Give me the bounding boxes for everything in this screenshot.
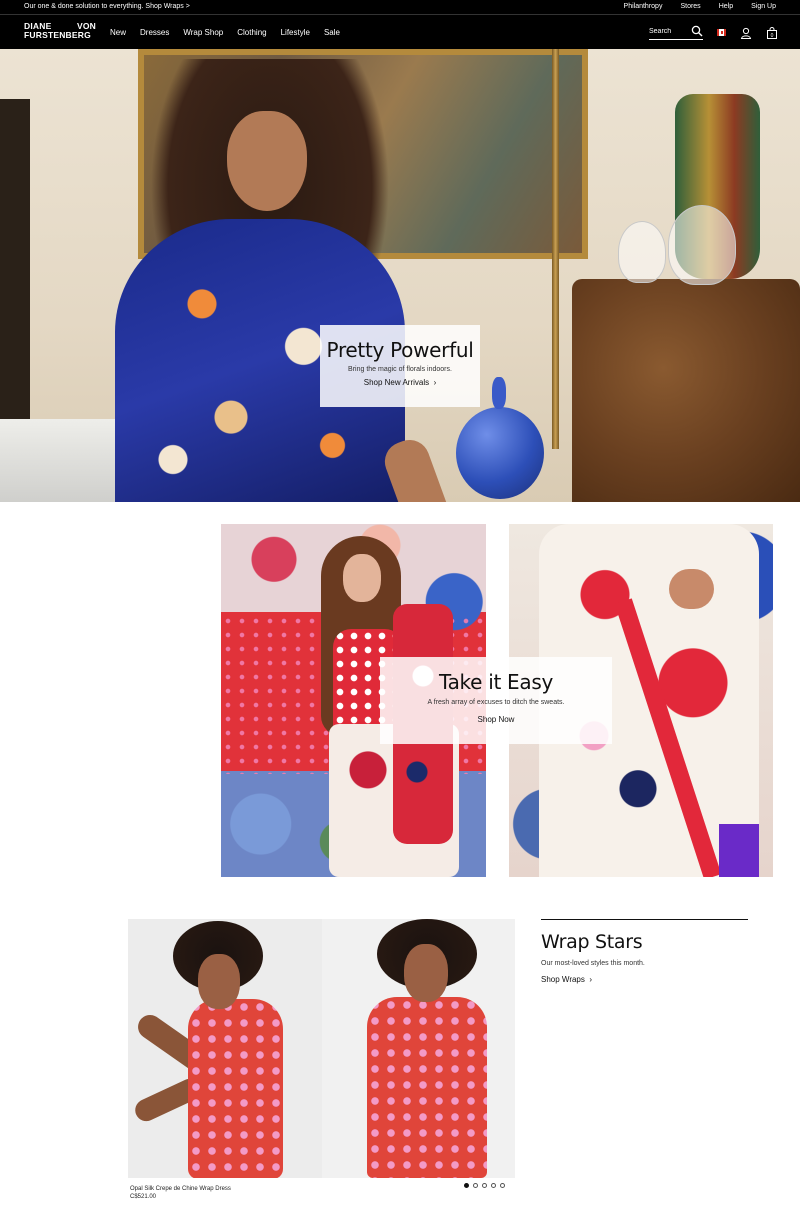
logo-word-furstenberg: FURSTENBERG (24, 30, 91, 40)
wrap-subtitle: Our most-loved styles this month. (541, 960, 645, 967)
account-icon[interactable] (740, 27, 752, 39)
bag-count: 0 (771, 32, 774, 38)
easy-title: Take it Easy (439, 670, 553, 694)
search-input[interactable] (649, 27, 689, 35)
hero-card: Pretty Powerful Bring the magic of flora… (320, 325, 480, 407)
utility-links: Philanthropy Stores Help Sign Up (624, 3, 776, 10)
main-nav: DIANE VON FURSTENBERG New Dresses Wrap S… (0, 14, 800, 49)
nav-item-new[interactable]: New (110, 28, 126, 37)
stores-link[interactable]: Stores (680, 3, 700, 10)
shop-wraps-link[interactable]: Shop Wraps › (541, 975, 748, 984)
nav-item-wrap-shop[interactable]: Wrap Shop (183, 28, 223, 37)
take-it-easy-card: Take it Easy A fresh array of excuses to… (380, 657, 612, 744)
shop-new-arrivals-link[interactable]: Shop New Arrivals › (320, 378, 480, 387)
promo-link[interactable]: Our one & done solution to everything. S… (24, 3, 190, 10)
hero-banner[interactable] (0, 49, 800, 502)
wrap-stars-panel: Wrap Stars Our most-loved styles this mo… (541, 919, 748, 984)
nav-item-dresses[interactable]: Dresses (140, 28, 169, 37)
carousel-dot[interactable] (464, 1183, 469, 1188)
carousel-dot[interactable] (482, 1183, 487, 1188)
search-icon[interactable] (691, 25, 703, 37)
carousel-dot[interactable] (473, 1183, 478, 1188)
chevron-right-icon: › (587, 975, 592, 984)
sign-up-link[interactable]: Sign Up (751, 3, 776, 10)
product-name[interactable]: Opal Silk Crepe de Chine Wrap Dress (130, 1186, 231, 1192)
nav-item-sale[interactable]: Sale (324, 28, 340, 37)
wrap-title: Wrap Stars (541, 931, 643, 953)
flag-icon[interactable] (717, 29, 726, 36)
hero-title: Pretty Powerful (326, 338, 474, 362)
help-link[interactable]: Help (719, 3, 733, 10)
wood-sculpture-image (572, 279, 800, 502)
wrap-carousel[interactable] (128, 919, 515, 1178)
product-price: C$521.00 (130, 1194, 157, 1200)
carousel-dot[interactable] (491, 1183, 496, 1188)
nav-item-clothing[interactable]: Clothing (237, 28, 266, 37)
hero-subtitle: Bring the magic of florals indoors. (348, 366, 452, 373)
search-box (649, 25, 703, 40)
brand-logo[interactable]: DIANE VON FURSTENBERG (24, 22, 96, 42)
nav-actions: 0 (649, 25, 778, 40)
nav-item-lifestyle[interactable]: Lifestyle (281, 28, 310, 37)
promo-bar: Our one & done solution to everything. S… (0, 0, 800, 14)
bag-icon[interactable]: 0 (766, 26, 778, 39)
easy-subtitle: A fresh array of excuses to ditch the sw… (427, 699, 565, 706)
category-menu: New Dresses Wrap Shop Clothing Lifestyle… (110, 28, 340, 37)
carousel-dots (464, 1183, 505, 1188)
chevron-right-icon: › (431, 378, 437, 387)
philanthropy-link[interactable]: Philanthropy (624, 3, 663, 10)
blue-orb-image (456, 377, 544, 499)
product-image-front (128, 919, 322, 1178)
carousel-dot[interactable] (500, 1183, 505, 1188)
shop-now-link[interactable]: Shop Now (380, 715, 612, 724)
product-image-standing (322, 919, 515, 1178)
